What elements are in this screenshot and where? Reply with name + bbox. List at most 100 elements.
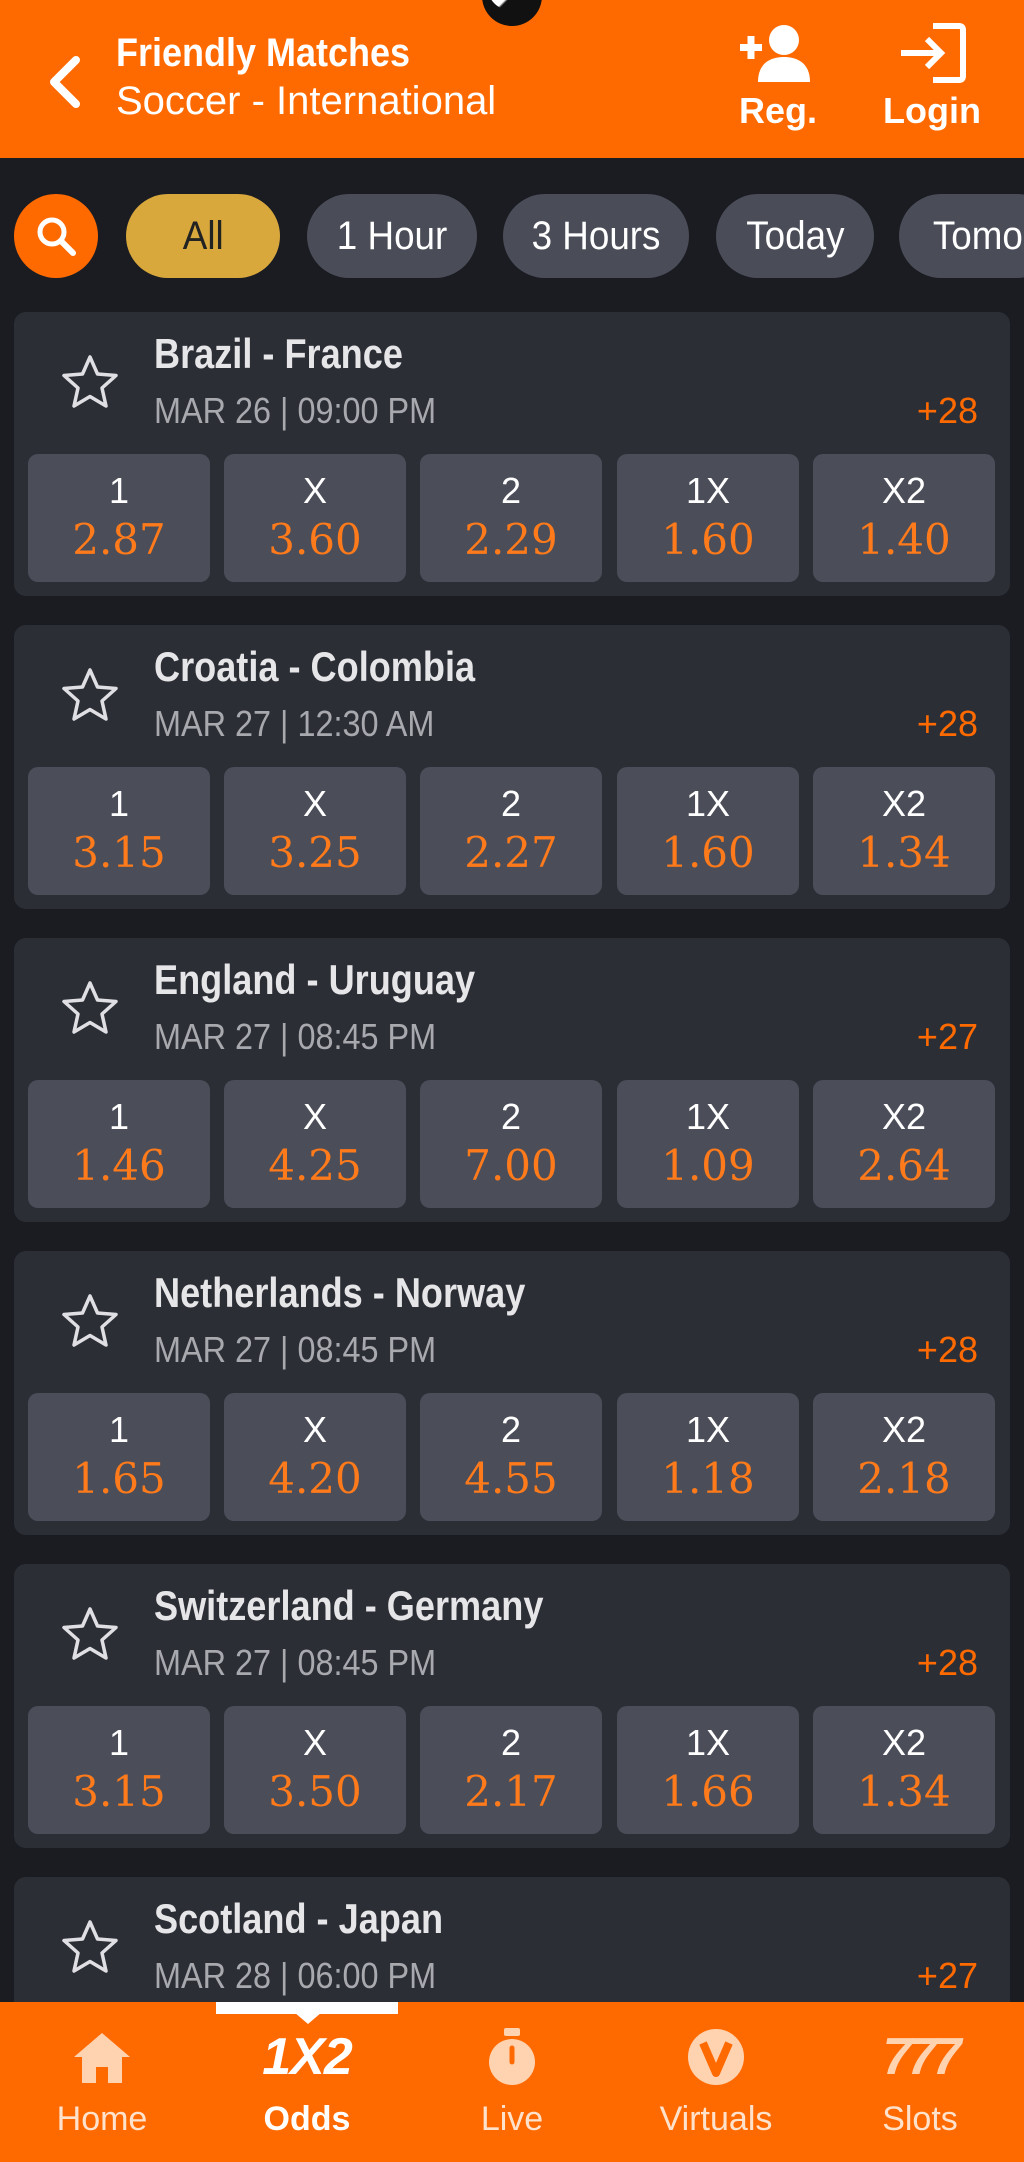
market-label: X bbox=[302, 1409, 327, 1450]
nav-virtuals-label: Virtuals bbox=[659, 2100, 773, 2138]
odds-button[interactable]: 1X 1.66 bbox=[617, 1706, 799, 1834]
odds-value: 1.18 bbox=[661, 1453, 755, 1503]
match-card[interactable]: Netherlands - Norway MAR 27 | 08:45 PM +… bbox=[14, 1251, 1010, 1535]
odds-button[interactable]: X 3.50 bbox=[224, 1706, 406, 1834]
odds-value: 2.18 bbox=[857, 1453, 951, 1503]
app-header: Friendly Matches Soccer - International … bbox=[0, 0, 1024, 158]
login-icon bbox=[901, 23, 966, 83]
odds-row: 1 3.15 X 3.25 2 2.27 1X 1.60 X2 1.34 bbox=[28, 767, 996, 895]
market-label: 1X bbox=[685, 1722, 731, 1763]
match-time: MAR 27 | 08:45 PM bbox=[154, 1642, 437, 1683]
odds-button[interactable]: 1 1.65 bbox=[28, 1393, 210, 1521]
nav-live-label: Live bbox=[480, 2100, 544, 2138]
slots-777-icon: 777 bbox=[882, 2028, 962, 2086]
favorite-star-icon[interactable] bbox=[60, 1917, 120, 1977]
odds-button[interactable]: X2 1.34 bbox=[813, 1706, 995, 1834]
back-button[interactable] bbox=[36, 50, 92, 114]
market-label: 2 bbox=[500, 783, 522, 824]
more-markets-count[interactable]: +27 bbox=[917, 1955, 978, 1997]
odds-value: 2.29 bbox=[464, 514, 558, 564]
nav-slots[interactable]: 777 Slots bbox=[830, 2022, 1010, 2152]
odds-button[interactable]: 1 3.15 bbox=[28, 1706, 210, 1834]
market-label: 2 bbox=[500, 1409, 522, 1450]
odds-value: 1.34 bbox=[857, 1766, 951, 1816]
market-label: X2 bbox=[881, 1096, 927, 1137]
match-time: MAR 27 | 08:45 PM bbox=[154, 1016, 437, 1057]
odds-button[interactable]: 2 7.00 bbox=[420, 1080, 602, 1208]
odds-button[interactable]: 1X 1.60 bbox=[617, 454, 799, 582]
camera-cutout bbox=[482, 0, 542, 26]
filter-chip-today[interactable]: Today bbox=[716, 194, 874, 278]
odds-button[interactable]: X2 2.64 bbox=[813, 1080, 995, 1208]
odds-button[interactable]: 1 1.46 bbox=[28, 1080, 210, 1208]
nav-odds-label: Odds bbox=[263, 2100, 351, 2138]
market-label: 1X bbox=[685, 1096, 731, 1137]
nav-home[interactable]: Home bbox=[12, 2022, 192, 2152]
chevron-left-icon bbox=[50, 56, 80, 108]
match-time: MAR 27 | 12:30 AM bbox=[154, 703, 435, 744]
favorite-star-icon[interactable] bbox=[60, 1604, 120, 1664]
active-tab-indicator bbox=[216, 2002, 398, 2024]
match-name: Brazil - France bbox=[154, 330, 403, 377]
odds-button[interactable]: 2 2.27 bbox=[420, 767, 602, 895]
search-button[interactable] bbox=[14, 194, 98, 278]
market-label: 2 bbox=[500, 470, 522, 511]
match-time: MAR 27 | 08:45 PM bbox=[154, 1329, 437, 1370]
more-markets-count[interactable]: +28 bbox=[917, 1329, 978, 1371]
odds-button[interactable]: 1 3.15 bbox=[28, 767, 210, 895]
nav-live[interactable]: Live bbox=[422, 2022, 602, 2152]
odds-button[interactable]: 2 2.17 bbox=[420, 1706, 602, 1834]
match-time: MAR 28 | 06:00 PM bbox=[154, 1955, 437, 1996]
odds-value: 2.64 bbox=[857, 1140, 951, 1190]
odds-button[interactable]: X 4.25 bbox=[224, 1080, 406, 1208]
market-label: 2 bbox=[500, 1096, 522, 1137]
odds-button[interactable]: 1 2.87 bbox=[28, 454, 210, 582]
odds-button[interactable]: X 4.20 bbox=[224, 1393, 406, 1521]
market-label: X2 bbox=[881, 783, 927, 824]
bottom-navigation: Home 1X2 Odds Live Virtuals 777 Slots bbox=[0, 2002, 1024, 2162]
page-title: Friendly Matches bbox=[116, 31, 411, 75]
market-label: 1 bbox=[108, 1409, 130, 1450]
odds-value: 1.09 bbox=[661, 1140, 755, 1190]
nav-virtuals[interactable]: Virtuals bbox=[626, 2022, 806, 2152]
filter-chip-1-hour[interactable]: 1 Hour bbox=[307, 194, 477, 278]
more-markets-count[interactable]: +28 bbox=[917, 703, 978, 745]
page-subtitle: Soccer - International bbox=[116, 79, 497, 123]
match-card[interactable]: England - Uruguay MAR 27 | 08:45 PM +27 … bbox=[14, 938, 1010, 1222]
odds-button[interactable]: 1X 1.60 bbox=[617, 767, 799, 895]
odds-button[interactable]: X2 1.34 bbox=[813, 767, 995, 895]
favorite-star-icon[interactable] bbox=[60, 665, 120, 725]
odds-value: 1.60 bbox=[661, 514, 755, 564]
odds-value: 1.40 bbox=[857, 514, 951, 564]
filter-chip-all[interactable]: All bbox=[126, 194, 280, 278]
more-markets-count[interactable]: +28 bbox=[917, 390, 978, 432]
odds-button[interactable]: 2 4.55 bbox=[420, 1393, 602, 1521]
match-name: Netherlands - Norway bbox=[154, 1269, 526, 1316]
register-button[interactable]: Reg. bbox=[718, 22, 838, 140]
filter-chip-3-hours[interactable]: 3 Hours bbox=[503, 194, 689, 278]
odds-button[interactable]: 1X 1.18 bbox=[617, 1393, 799, 1521]
nav-odds[interactable]: 1X2 Odds bbox=[217, 2022, 397, 2152]
odds-button[interactable]: X 3.25 bbox=[224, 767, 406, 895]
market-label: 1X bbox=[685, 1409, 731, 1450]
odds-button[interactable]: X 3.60 bbox=[224, 454, 406, 582]
favorite-star-icon[interactable] bbox=[60, 1291, 120, 1351]
favorite-star-icon[interactable] bbox=[60, 978, 120, 1038]
market-label: X bbox=[302, 1722, 327, 1763]
filter-chip-label: Tomo bbox=[932, 213, 1023, 258]
login-button[interactable]: Login bbox=[872, 22, 992, 140]
odds-button[interactable]: 1X 1.09 bbox=[617, 1080, 799, 1208]
favorite-star-icon[interactable] bbox=[60, 352, 120, 412]
match-card[interactable]: Switzerland - Germany MAR 27 | 08:45 PM … bbox=[14, 1564, 1010, 1848]
filter-chip-tomorrow[interactable]: Tomo bbox=[899, 194, 1024, 278]
odds-value: 3.15 bbox=[72, 827, 166, 877]
match-card[interactable]: Croatia - Colombia MAR 27 | 12:30 AM +28… bbox=[14, 625, 1010, 909]
match-card[interactable]: Brazil - France MAR 26 | 09:00 PM +28 12… bbox=[14, 312, 1010, 596]
odds-button[interactable]: X2 2.18 bbox=[813, 1393, 995, 1521]
odds-button[interactable]: X2 1.40 bbox=[813, 454, 995, 582]
more-markets-count[interactable]: +28 bbox=[917, 1642, 978, 1684]
search-icon bbox=[37, 217, 76, 256]
odds-value: 1.65 bbox=[72, 1453, 166, 1503]
odds-button[interactable]: 2 2.29 bbox=[420, 454, 602, 582]
more-markets-count[interactable]: +27 bbox=[917, 1016, 978, 1058]
